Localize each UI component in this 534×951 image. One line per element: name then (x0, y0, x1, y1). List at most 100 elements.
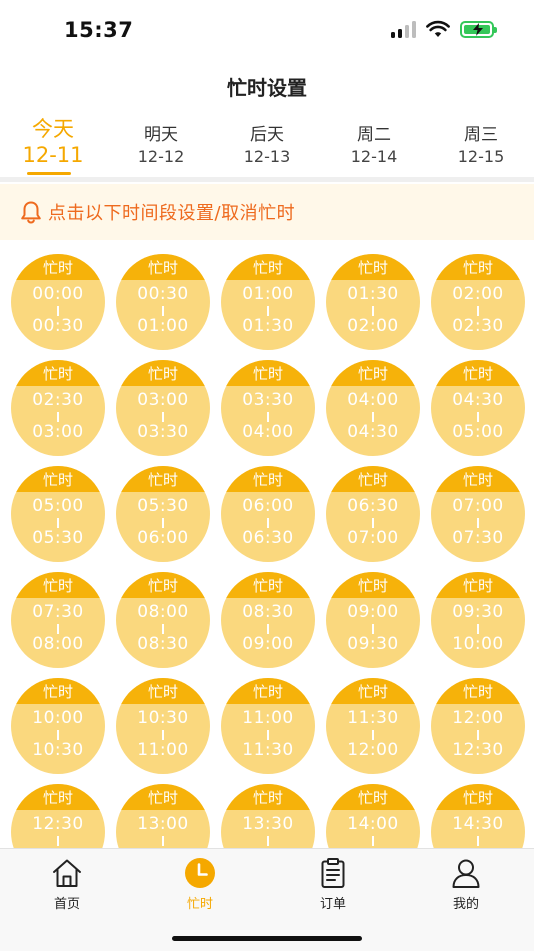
time-slot[interactable]: 忙时 00:30 01:00 (116, 254, 210, 350)
nav-profile[interactable]: 我的 (421, 857, 511, 912)
busy-label: 忙时 (326, 360, 420, 386)
time-slot[interactable]: 忙时 08:00 08:30 (116, 572, 210, 668)
slot-end-time: 07:30 (452, 528, 504, 548)
notice-banner: 点击以下时间段设置/取消忙时 (0, 184, 534, 240)
nav-busy-time[interactable]: 忙时 (155, 857, 245, 912)
active-tab-indicator (27, 172, 71, 175)
time-slot[interactable]: 忙时 06:00 06:30 (221, 466, 315, 562)
slot-start-time: 08:30 (242, 602, 294, 622)
slot-end-time: 04:30 (347, 422, 399, 442)
time-slot[interactable]: 忙时 01:30 02:00 (326, 254, 420, 350)
slot-start-time: 08:00 (137, 602, 189, 622)
slot-end-time: 02:00 (347, 316, 399, 336)
busy-label: 忙时 (431, 572, 525, 598)
time-slot[interactable]: 忙时 00:00 00:30 (11, 254, 105, 350)
date-tab-tuesday[interactable]: 周二 12-14 (321, 124, 427, 168)
slot-separator (477, 730, 479, 740)
home-indicator (172, 936, 362, 941)
time-slot[interactable]: 忙时 10:30 11:00 (116, 678, 210, 774)
slot-end-time: 02:30 (452, 316, 504, 336)
busy-label: 忙时 (116, 678, 210, 704)
busy-label: 忙时 (116, 360, 210, 386)
busy-label: 忙时 (326, 254, 420, 280)
slot-end-time: 03:00 (32, 422, 84, 442)
nav-orders[interactable]: 订单 (288, 857, 378, 912)
busy-label: 忙时 (431, 678, 525, 704)
nav-home[interactable]: 首页 (22, 857, 112, 912)
time-slot[interactable]: 忙时 12:00 12:30 (431, 678, 525, 774)
slot-end-time: 06:30 (242, 528, 294, 548)
slot-end-time: 05:30 (32, 528, 84, 548)
busy-label: 忙时 (221, 254, 315, 280)
time-slot[interactable]: 忙时 10:00 10:30 (11, 678, 105, 774)
time-slot[interactable]: 忙时 03:00 03:30 (116, 360, 210, 456)
busy-label: 忙时 (431, 466, 525, 492)
slot-separator (162, 306, 164, 316)
busy-label: 忙时 (431, 360, 525, 386)
bell-icon (21, 201, 41, 224)
time-slot[interactable]: 忙时 11:00 11:30 (221, 678, 315, 774)
slot-end-time: 10:00 (452, 634, 504, 654)
time-slot[interactable]: 忙时 07:30 08:00 (11, 572, 105, 668)
time-slot[interactable]: 忙时 02:30 03:00 (11, 360, 105, 456)
slot-end-time: 04:00 (242, 422, 294, 442)
slot-start-time: 05:00 (32, 496, 84, 516)
busy-label: 忙时 (326, 784, 420, 810)
busy-label: 忙时 (221, 466, 315, 492)
time-slot[interactable]: 忙时13:3014:00 (221, 784, 315, 848)
slot-separator (267, 412, 269, 422)
time-slot[interactable]: 忙时 04:30 05:00 (431, 360, 525, 456)
time-slot[interactable]: 忙时 03:30 04:00 (221, 360, 315, 456)
busy-label: 忙时 (11, 466, 105, 492)
busy-label: 忙时 (221, 784, 315, 810)
slot-separator (372, 306, 374, 316)
busy-label: 忙时 (116, 254, 210, 280)
date-tab-date: 12-11 (22, 143, 84, 167)
wifi-icon (426, 20, 450, 37)
time-slot[interactable]: 忙时 07:00 07:30 (431, 466, 525, 562)
time-slot[interactable]: 忙时 11:30 12:00 (326, 678, 420, 774)
slot-end-time: 09:00 (242, 634, 294, 654)
slot-separator (477, 306, 479, 316)
slot-separator (477, 624, 479, 634)
slot-start-time: 04:00 (347, 390, 399, 410)
slot-separator (477, 518, 479, 528)
time-slot[interactable]: 忙时 04:00 04:30 (326, 360, 420, 456)
time-slot[interactable]: 忙时 02:00 02:30 (431, 254, 525, 350)
date-tab-day-after[interactable]: 后天 12-13 (214, 124, 320, 168)
slot-end-time: 01:30 (242, 316, 294, 336)
date-tab-date: 12-15 (457, 147, 505, 166)
date-tab-wednesday[interactable]: 周三 12-15 (428, 124, 534, 168)
time-slot[interactable]: 忙时14:3015:00 (431, 784, 525, 848)
time-slot[interactable]: 忙时 05:30 06:00 (116, 466, 210, 562)
clipboard-icon (321, 858, 345, 888)
time-slot[interactable]: 忙时13:0013:30 (116, 784, 210, 848)
busy-label: 忙时 (221, 572, 315, 598)
slot-start-time: 04:30 (452, 390, 504, 410)
slot-start-time: 06:30 (347, 496, 399, 516)
date-tab-day: 周三 (464, 125, 498, 145)
slot-end-time: 05:00 (452, 422, 504, 442)
time-slot[interactable]: 忙时 09:00 09:30 (326, 572, 420, 668)
date-tab-date: 12-14 (350, 147, 398, 166)
time-slot[interactable]: 忙时 01:00 01:30 (221, 254, 315, 350)
busy-label: 忙时 (431, 784, 525, 810)
slot-start-time: 11:00 (242, 708, 294, 728)
slot-end-time: 09:30 (347, 634, 399, 654)
slot-start-time: 14:30 (452, 814, 504, 834)
slot-separator (162, 624, 164, 634)
time-slot[interactable]: 忙时 09:30 10:00 (431, 572, 525, 668)
busy-label: 忙时 (11, 572, 105, 598)
time-slot[interactable]: 忙时14:0014:30 (326, 784, 420, 848)
time-slot[interactable]: 忙时 05:00 05:30 (11, 466, 105, 562)
date-tab-today[interactable]: 今天 12-11 (0, 116, 106, 168)
date-tab-tomorrow[interactable]: 明天 12-12 (108, 124, 214, 168)
time-slot[interactable]: 忙时 08:30 09:00 (221, 572, 315, 668)
time-slot[interactable]: 忙时12:3013:00 (11, 784, 105, 848)
slot-start-time: 03:00 (137, 390, 189, 410)
slot-end-time: 06:00 (137, 528, 189, 548)
slot-end-time: 03:30 (137, 422, 189, 442)
slot-end-time: 12:30 (452, 740, 504, 760)
page-title: 忙时设置 (227, 76, 307, 100)
time-slot[interactable]: 忙时 06:30 07:00 (326, 466, 420, 562)
